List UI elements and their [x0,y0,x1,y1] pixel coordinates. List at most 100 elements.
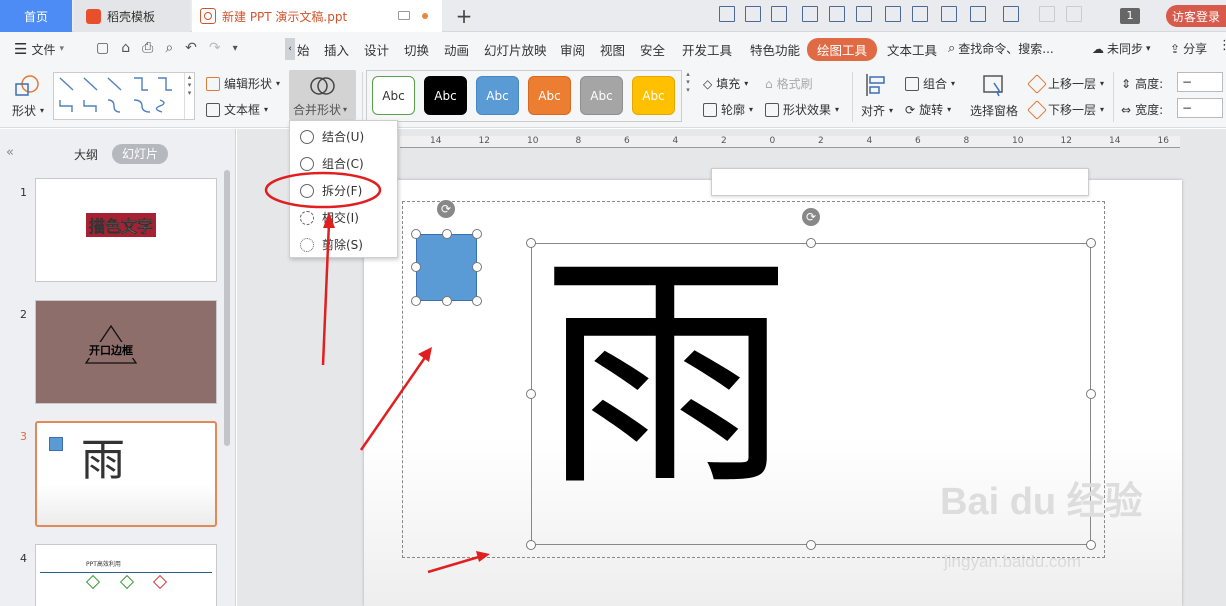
group-objects-icon[interactable] [1003,6,1019,22]
resize-handle[interactable] [472,229,482,239]
new-tab-button[interactable]: + [450,0,478,32]
merge-shape-button[interactable]: 合并形状 ▾ [289,70,356,120]
tab-home[interactable]: 首页 [0,0,72,32]
customize-icon[interactable]: ▾ [233,43,238,54]
resize-handle[interactable] [411,229,421,239]
width-input[interactable]: − [1177,98,1223,118]
resize-handle[interactable] [1086,238,1096,248]
slide-thumbnail-2[interactable]: 开口边框 [35,300,217,404]
rotate-button[interactable]: ⟳ 旋转 ▾ [905,101,951,118]
menu-transition[interactable]: 切换 [404,40,429,59]
redo-icon[interactable]: ↷ [209,40,221,56]
outline-button[interactable]: 轮廓 ▾ [703,101,753,118]
print-preview-icon[interactable]: ⌕ [165,40,173,56]
resize-handle[interactable] [806,540,816,550]
resize-handle[interactable] [411,296,421,306]
resize-handle[interactable] [472,296,482,306]
send-backward-button[interactable]: 下移一层 ▾ [1027,99,1104,120]
resize-handle[interactable] [442,296,452,306]
format-painter-button[interactable]: ⌂ 格式刷 [765,75,813,92]
fill-button[interactable]: ◇ 填充 ▾ [703,75,748,92]
style-gallery-scroll-icon[interactable]: ▴ ▾ ▾ [683,70,693,122]
menu-slideshow[interactable]: 幻灯片放映 [484,40,547,59]
file-menu[interactable]: ☰ 文件 ▾ [14,40,64,58]
login-button[interactable]: 访客登录 [1166,5,1226,27]
slide-thumbnail-4[interactable]: PPT高效利用 [35,544,217,606]
more-options-icon[interactable]: ⋮ [1218,38,1226,53]
menu-review[interactable]: 审阅 [560,40,585,59]
menu-view[interactable]: 视图 [600,40,625,59]
style-swatch[interactable]: Abc [372,76,415,115]
gallery-scroll-icon[interactable]: ▴ ▾ ▾ [184,73,194,119]
tab-templates[interactable]: 稻壳模板 [74,0,190,32]
distribute-horizontal-icon[interactable] [885,6,901,22]
align-bottom-icon[interactable] [856,6,872,22]
undo-icon[interactable]: ↶ [185,40,197,56]
window-count-badge[interactable]: 1 [1120,8,1140,24]
slide-thumbnail-1[interactable]: 描色文字 [35,178,217,282]
shape-button-label[interactable]: 形状 ▾ [12,102,44,119]
align-left-icon[interactable] [719,6,735,22]
bulb-icon[interactable] [1039,6,1055,22]
slide-thumbnail-3[interactable]: 雨 [35,421,217,527]
resize-handle[interactable] [442,229,452,239]
sync-status[interactable]: ☁ 未同步 ▾ [1092,40,1151,57]
resize-handle[interactable] [411,262,421,272]
resize-handle[interactable] [1086,540,1096,550]
outline-tab[interactable]: 大纲 [74,146,98,163]
shape-button[interactable] [12,74,40,98]
resize-handle[interactable] [526,238,536,248]
resize-handle[interactable] [1086,389,1096,399]
horizontal-ruler[interactable]: 14 12 10 8 6 4 2 0 2 4 6 8 10 12 14 16 [400,136,1180,148]
shape-gallery[interactable]: ▴ ▾ ▾ [53,72,195,120]
shape-effect-button[interactable]: 形状效果 ▾ [765,101,839,118]
menu-developer[interactable]: 开发工具 [682,40,732,59]
align-button[interactable]: 对齐 ▾ [861,102,893,119]
align-top-icon[interactable] [802,6,818,22]
group-button[interactable]: 组合 ▾ [905,75,955,92]
merge-intersect-item[interactable]: 相交(I) [290,204,397,231]
menu-text-tools[interactable]: 文本工具 [887,40,937,59]
textbox-button[interactable]: 文本框 ▾ [206,101,268,118]
style-swatch[interactable]: Abc [424,76,467,115]
menu-drawing-tools[interactable]: 绘图工具 [807,38,878,61]
menu-design[interactable]: 设计 [364,40,389,59]
resize-handle[interactable] [526,389,536,399]
merge-combine-item[interactable]: 组合(C) [290,150,397,177]
resize-handle[interactable] [472,262,482,272]
menu-animation[interactable]: 动画 [444,40,469,59]
merge-subtract-item[interactable]: 剪除(S) [290,231,397,258]
print-icon[interactable]: ⎙ [142,40,153,56]
collapse-panel-icon[interactable]: « [6,145,14,160]
style-swatch[interactable]: Abc [632,76,675,115]
rotate-handle-icon[interactable]: ⟳ [802,208,820,226]
command-search[interactable]: ⌕ 查找命令、搜索... [948,40,1054,57]
edit-shape-button[interactable]: 编辑形状 ▾ [206,75,280,92]
menu-home-partial[interactable]: 始 [297,40,310,59]
distribute-vertical-icon[interactable] [912,6,928,22]
equal-spacing-icon[interactable] [941,6,957,22]
bring-forward-button[interactable]: 上移一层 ▾ [1027,73,1104,94]
align-center-icon[interactable] [745,6,761,22]
selection-pane-icon[interactable] [982,73,1006,97]
merge-union-item[interactable]: 结合(U) [290,123,397,150]
menu-security[interactable]: 安全 [640,40,665,59]
split-layout-icon[interactable] [1066,6,1082,22]
crop-icon[interactable] [970,6,986,22]
monitor-icon[interactable] [398,11,410,20]
selection-pane-button[interactable]: 选择窗格 [970,102,1018,119]
height-input[interactable]: − [1177,72,1223,92]
resize-handle[interactable] [526,540,536,550]
merge-fragment-item[interactable]: 拆分(F) [290,177,397,204]
blue-square-shape[interactable] [416,234,477,301]
save-icon[interactable]: ▢ [96,40,109,56]
align-right-icon[interactable] [771,6,787,22]
share-button[interactable]: ⇪ 分享 [1170,40,1207,57]
resize-handle[interactable] [806,238,816,248]
rotate-handle-icon[interactable]: ⟳ [437,200,455,218]
style-swatch[interactable]: Abc [476,76,519,115]
panel-scrollbar[interactable] [224,170,230,446]
style-swatch[interactable]: Abc [528,76,571,115]
style-swatch[interactable]: Abc [580,76,623,115]
format-painter-icon[interactable]: ⌂ [121,40,130,56]
